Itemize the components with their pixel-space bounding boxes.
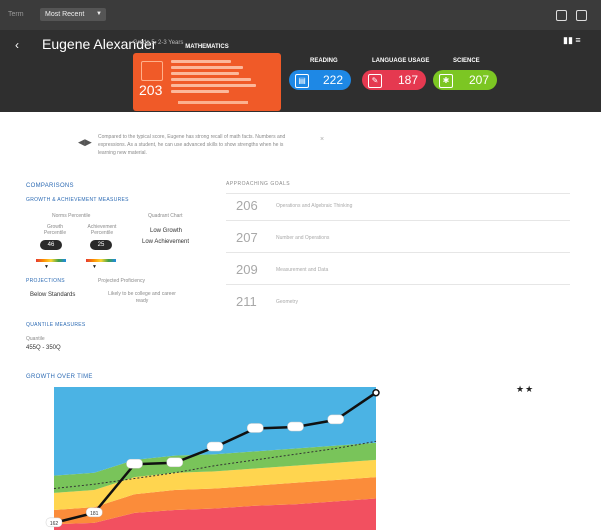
math-score: 203 [139, 82, 163, 98]
achievement-percentile-badge: 25 [90, 240, 112, 250]
divider [226, 220, 570, 221]
goal-score: 207 [236, 230, 258, 245]
chart-point-label: 181 [90, 511, 99, 517]
language-score-pill[interactable]: ✎ 187 [362, 70, 426, 90]
students-menu-icon[interactable]: ▮▮ ≡ [563, 35, 583, 47]
chevron-down-icon: ▼ [96, 11, 102, 17]
rating-stars-icon: ★★ [516, 384, 535, 394]
science-score: 207 [468, 73, 489, 87]
info-text: Compared to the typical score, Eugene ha… [98, 134, 286, 156]
quantile-value: 455Q - 350Q [26, 345, 61, 351]
below-standards-label: Below Standards [30, 292, 76, 298]
language-score: 187 [397, 73, 418, 87]
reading-score-pill[interactable]: ▤ 222 [289, 70, 351, 90]
growth-percentile-badge: 46 [40, 240, 62, 250]
notification-icon[interactable] [556, 10, 567, 21]
achievement-scale-bar [86, 259, 116, 262]
goal-label: Geometry [276, 299, 298, 305]
back-arrow-icon[interactable]: ‹ [15, 38, 19, 52]
goal-label: Measurement and Data [276, 267, 329, 273]
math-card-label: MATHEMATICS [185, 44, 229, 50]
math-card[interactable]: 203 [133, 53, 281, 111]
goal-score: 209 [236, 262, 258, 277]
divider [226, 193, 570, 194]
projections-sub: Projected Proficiency [98, 278, 145, 284]
top-bar: Term Most Recent ▼ [0, 0, 601, 30]
chart-point-badge[interactable] [126, 458, 143, 469]
growth-chart: 162 181 [45, 387, 380, 530]
chart-point[interactable] [372, 388, 380, 397]
divider [226, 252, 570, 253]
norms-label: Norms Percentile [52, 213, 91, 219]
growth-over-time-title[interactable]: GROWTH OVER TIME [26, 374, 93, 380]
math-goals-link[interactable] [178, 101, 248, 104]
close-icon[interactable]: × [320, 136, 324, 143]
pencil-icon: ✎ [368, 74, 382, 88]
goal-score: 211 [236, 294, 257, 309]
lightbulb-icon: ◀▶ [78, 137, 92, 147]
quantile-title: QUANTILE MEASURES [26, 322, 86, 328]
goal-label: Number and Operations [276, 235, 330, 241]
book-icon: ▤ [295, 74, 309, 88]
chart-point-badge[interactable] [166, 457, 183, 468]
print-icon[interactable] [576, 10, 587, 21]
chart-point-badge[interactable] [247, 423, 264, 433]
divider [226, 284, 570, 285]
reading-label: READING [310, 58, 338, 64]
atom-icon: ✱ [439, 74, 453, 88]
science-label: SCIENCE [453, 58, 480, 64]
chart-point-badge[interactable] [287, 421, 304, 432]
low-growth-label: Low Growth [150, 228, 183, 234]
projections-title: PROJECTIONS [26, 278, 65, 284]
term-dropdown[interactable]: Most Recent ▼ [40, 8, 106, 21]
term-label: Term [8, 11, 24, 18]
achievement-marker-icon: ▼ [92, 264, 97, 270]
achievement-col-label: Achievement Percentile [87, 224, 117, 236]
growth-measures-title: GROWTH & ACHIEVEMENT MEASURES [26, 197, 129, 203]
approaching-title: APPROACHING GOALS [226, 181, 291, 187]
growth-scale-bar [36, 259, 66, 262]
math-details [171, 60, 271, 96]
goal-label: Operations and Algebraic Thinking [276, 203, 353, 209]
science-score-pill[interactable]: ✱ 207 [433, 70, 497, 90]
college-ready-text: Likely to be college and career ready [108, 291, 176, 304]
reading-score: 222 [322, 73, 343, 87]
language-label: LANGUAGE USAGE [372, 58, 430, 64]
growth-col-label: Growth Percentile [43, 224, 67, 236]
quadrant-label: Quadrant Chart [148, 213, 183, 219]
calculator-icon [141, 61, 163, 81]
low-achievement-label: Low Achievement [142, 239, 190, 245]
chart-point-badge[interactable] [206, 441, 224, 452]
quantile-label: Quantile [26, 336, 45, 342]
chart-point-label: 162 [50, 521, 59, 527]
goal-score: 206 [236, 198, 258, 213]
term-value: Most Recent [45, 11, 85, 18]
chart-point-badge[interactable] [327, 414, 344, 425]
growth-marker-icon: ▼ [44, 264, 49, 270]
comparisons-title[interactable]: COMPARISONS [26, 183, 74, 189]
